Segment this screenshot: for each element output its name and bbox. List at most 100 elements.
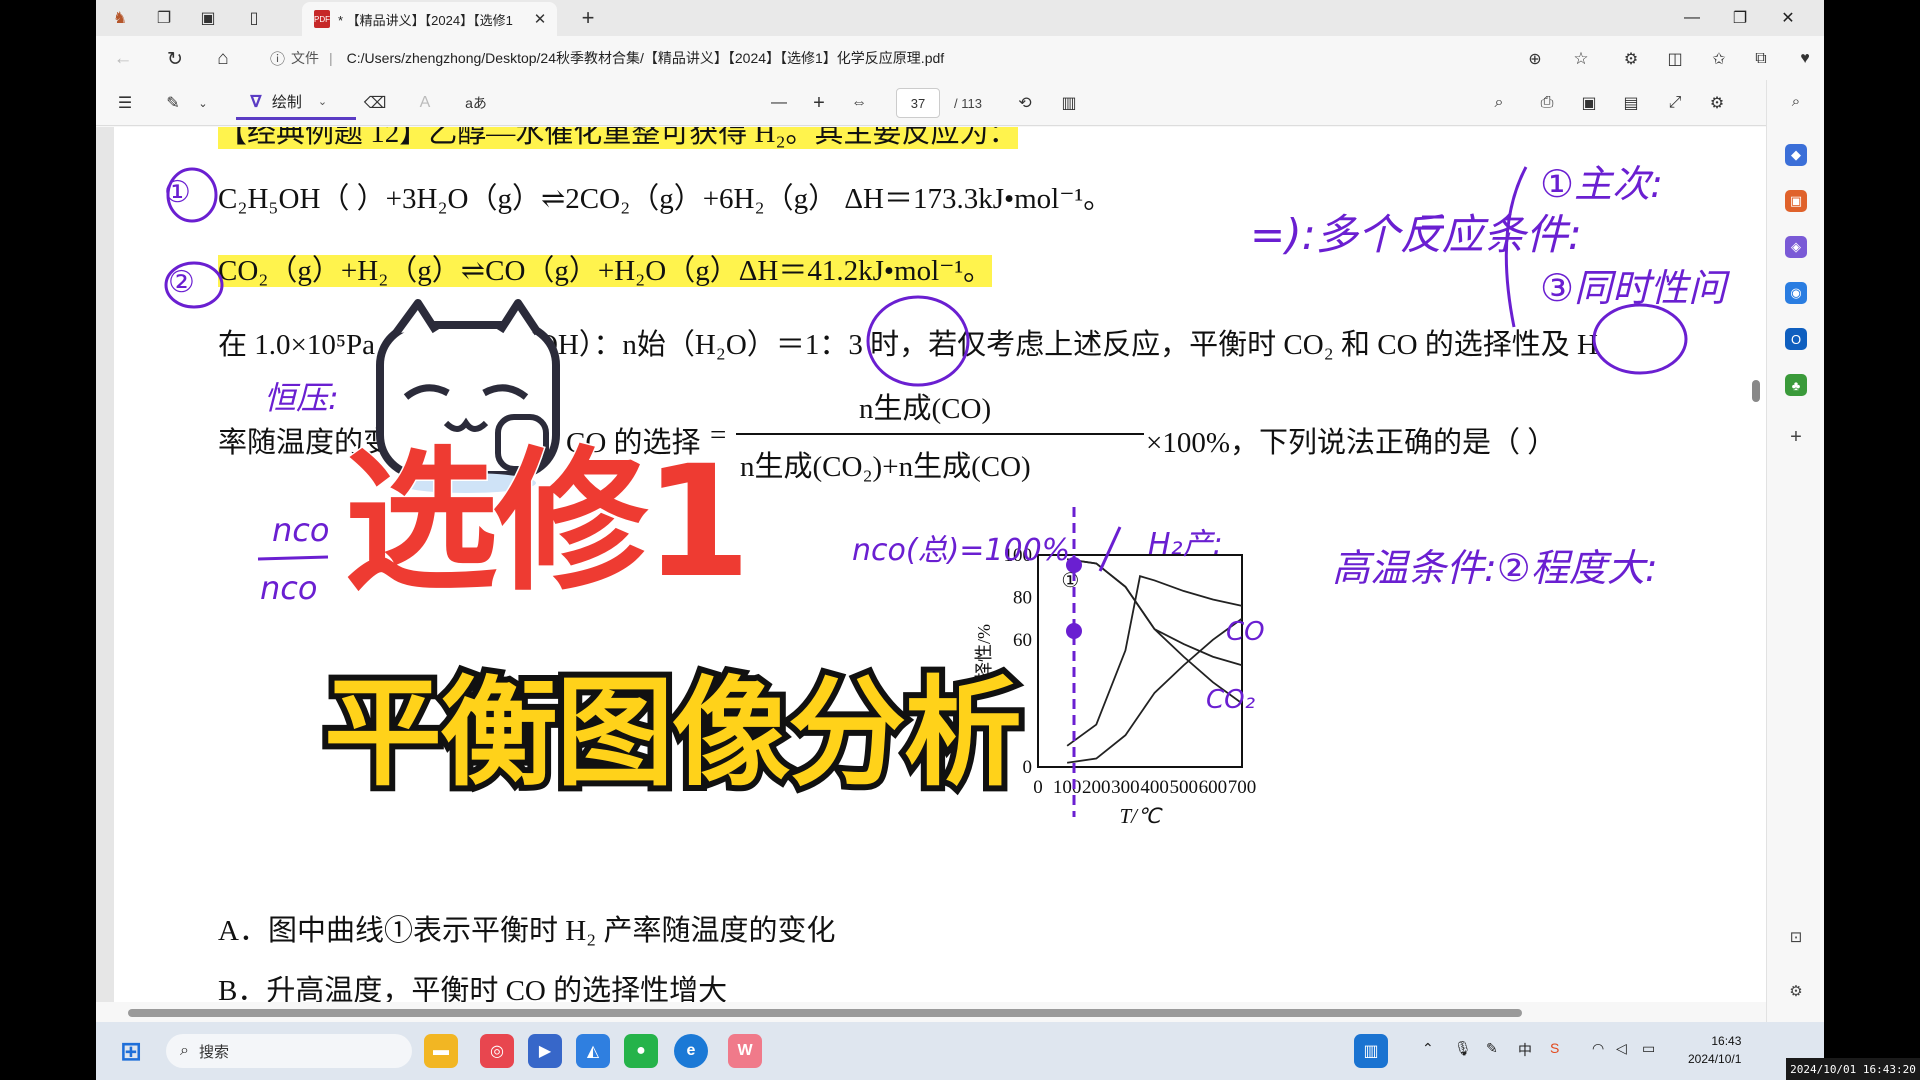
contents-icon[interactable]: ☰	[114, 92, 136, 114]
highlight-icon[interactable]: ✎	[162, 92, 184, 114]
pen-tray-icon[interactable]: ✎	[1486, 1040, 1498, 1057]
workspaces-icon[interactable]: ❐	[152, 6, 176, 30]
sidebar-briefcase-icon[interactable]: ▣	[1785, 190, 1807, 212]
series-line	[1066, 575, 1243, 747]
ink-nco-a: nco	[272, 511, 330, 549]
sidebar-tree-icon[interactable]: ♣	[1785, 374, 1807, 396]
edge-icon[interactable]: e	[674, 1034, 708, 1068]
minimize-button[interactable]: —	[1672, 6, 1712, 30]
sidebar-tag-icon[interactable]: ◆	[1785, 144, 1807, 166]
app-red-icon[interactable]: ◎	[480, 1034, 514, 1068]
new-tab-icon[interactable]: +	[576, 5, 600, 30]
tab-pdf[interactable]: PDF * 【精品讲义】【2024】【选修1 ✕	[302, 2, 557, 36]
sidebar-games-icon[interactable]: ◈	[1785, 236, 1807, 258]
taskbar-search[interactable]: ⌕ 搜索	[166, 1034, 412, 1068]
page-number-input[interactable]: 37	[896, 88, 940, 118]
sidebar-add-icon[interactable]: +	[1785, 426, 1807, 448]
chevron-down-icon[interactable]: ⌄	[318, 95, 327, 108]
text-icon[interactable]: A	[414, 92, 436, 114]
sidebar-capture-icon[interactable]: ⊡	[1785, 926, 1807, 948]
back-icon[interactable]: ←	[110, 46, 136, 72]
ink-zhuci: ①主次:	[1540, 162, 1663, 206]
sidebar-office-icon[interactable]: ◉	[1785, 282, 1807, 304]
extensions-icon[interactable]: ⚙	[1618, 46, 1644, 72]
app-s-icon[interactable]: S	[1550, 1040, 1559, 1056]
fit-width-icon[interactable]: ⇔	[848, 92, 870, 114]
browser-essentials-icon[interactable]: ♥	[1792, 46, 1818, 72]
example-heading: 【经典例题 12】乙醇—水催化重整可获得 H₂。其主要反应为：	[218, 127, 1018, 151]
x-tick-label: 500	[1169, 777, 1198, 798]
zoom-icon[interactable]: ⊕	[1522, 46, 1548, 72]
search-icon: ⌕	[180, 1042, 189, 1059]
draw-button[interactable]: ∇ 绘制 ⌄	[236, 86, 356, 120]
tab-actions-icon[interactable]: ▣	[196, 6, 220, 30]
print-icon[interactable]: ⎙	[1536, 92, 1558, 114]
clock[interactable]: 16:43 2024/10/1	[1688, 1032, 1741, 1068]
app-media-icon[interactable]: ▶	[528, 1034, 562, 1068]
pdf-page: 【经典例题 12】乙醇—水催化重整可获得 H₂。其主要反应为： C₂H₅OH（ …	[114, 127, 1766, 1002]
reaction-2: CO₂（g）+H₂（g）⇌CO（g）+H₂O（g）ΔH＝41.2kJ•mol⁻¹…	[218, 247, 993, 289]
url-field[interactable]: ⓘ 文件 | C:/Users/zhengzhong/Desktop/24秋季教…	[270, 42, 1460, 74]
page-view-icon[interactable]: ▥	[1058, 92, 1080, 114]
ink-nco-total: nco(总)=100%	[852, 533, 1071, 568]
info-icon[interactable]: ⓘ	[270, 48, 285, 69]
x-tick-label: 200	[1082, 777, 1111, 798]
split-screen-icon[interactable]: ◫	[1662, 46, 1688, 72]
ink-number-1: ①	[164, 175, 191, 210]
close-window-button[interactable]: ✕	[1768, 6, 1808, 30]
wechat-icon[interactable]: ●	[624, 1034, 658, 1068]
pen-icon: ∇	[250, 91, 262, 111]
volume-icon[interactable]: ◁	[1616, 1040, 1627, 1057]
restore-button[interactable]: ❐	[1720, 6, 1760, 30]
chevron-down-icon[interactable]: ⌄	[196, 92, 210, 114]
tray-chevron-icon[interactable]: ⌃	[1422, 1040, 1434, 1057]
save-as-icon[interactable]: ▤	[1620, 92, 1642, 114]
curve-label: ①	[1061, 570, 1079, 592]
reaction-1: C₂H₅OH（ ）+3H₂O（g）⇌2CO₂（g）+6H₂（g） ΔH＝173.…	[218, 183, 1113, 215]
battery-icon[interactable]: ▭	[1642, 1040, 1655, 1057]
app-w-icon[interactable]: W	[728, 1034, 762, 1068]
tab-close-icon[interactable]: ✕	[529, 10, 551, 28]
clock-date: 2024/10/1	[1688, 1052, 1742, 1066]
start-icon[interactable]: ⊞	[114, 1034, 148, 1068]
eraser-icon[interactable]: ⌫	[364, 92, 387, 114]
microphone-icon[interactable]: 🎙	[1454, 1040, 1472, 1057]
file-explorer-icon[interactable]: ▬	[424, 1034, 458, 1068]
app-blue-icon[interactable]: ▥	[1354, 1034, 1388, 1068]
vertical-scrollbar-thumb[interactable]	[1752, 380, 1760, 402]
refresh-icon[interactable]: ↻	[162, 46, 188, 72]
ink-tongshi: ③同时性问	[1540, 266, 1727, 310]
draw-label: 绘制	[271, 94, 302, 111]
browser-window: ♞ ❐ ▣ ▯ PDF * 【精品讲义】【2024】【选修1 ✕ + — ❐ ✕…	[96, 0, 1824, 1022]
url-text[interactable]: C:/Users/zhengzhong/Desktop/24秋季教材合集/【精品…	[347, 48, 945, 68]
search-icon[interactable]: ⌕	[1488, 92, 1510, 114]
zoom-out-button[interactable]: —	[768, 92, 790, 114]
sidebar-settings-icon[interactable]: ⚙	[1785, 980, 1807, 1002]
sidebar-outlook-icon[interactable]: O	[1785, 328, 1807, 350]
collections-icon[interactable]: ⧉	[1748, 46, 1774, 72]
tab-bar: ♞ ❐ ▣ ▯ PDF * 【精品讲义】【2024】【选修1 ✕ + — ❐ ✕	[96, 0, 1824, 36]
fullscreen-icon[interactable]: ⤢	[1664, 92, 1686, 114]
taskbar-search-label: 搜索	[198, 1043, 229, 1061]
ink-co-label: CO	[1226, 617, 1265, 647]
settings-icon[interactable]: ⚙	[1706, 92, 1728, 114]
zoom-in-button[interactable]: +	[808, 92, 830, 114]
favorites-icon[interactable]: ✩	[1706, 46, 1732, 72]
sidebar-search-icon[interactable]: ⌕	[1785, 90, 1807, 112]
rotate-icon[interactable]: ⟲	[1014, 92, 1036, 114]
ink-h2-yield: H₂产:	[1148, 527, 1223, 562]
read-aloud-button[interactable]: aあ	[458, 92, 494, 114]
favorite-star-icon[interactable]: ☆	[1568, 46, 1594, 72]
app-meeting-icon[interactable]: ◭	[576, 1034, 610, 1068]
horizontal-scrollbar[interactable]	[96, 1002, 1766, 1022]
pdf-viewer[interactable]: 【经典例题 12】乙醇—水催化重整可获得 H₂。其主要反应为： C₂H₅OH（ …	[96, 127, 1766, 1002]
horizontal-scrollbar-thumb[interactable]	[128, 1009, 1522, 1017]
save-icon[interactable]: ▣	[1578, 92, 1600, 114]
ime-lang[interactable]: 中	[1518, 1040, 1532, 1060]
x-tick-label: 400	[1140, 777, 1169, 798]
wifi-icon[interactable]: ◠	[1592, 1040, 1604, 1057]
ink-hengya: 恒压:	[264, 379, 339, 417]
home-icon[interactable]: ⌂	[210, 46, 236, 72]
new-page-icon[interactable]: ▯	[242, 6, 266, 30]
profile-avatar-icon[interactable]: ♞	[108, 6, 132, 30]
